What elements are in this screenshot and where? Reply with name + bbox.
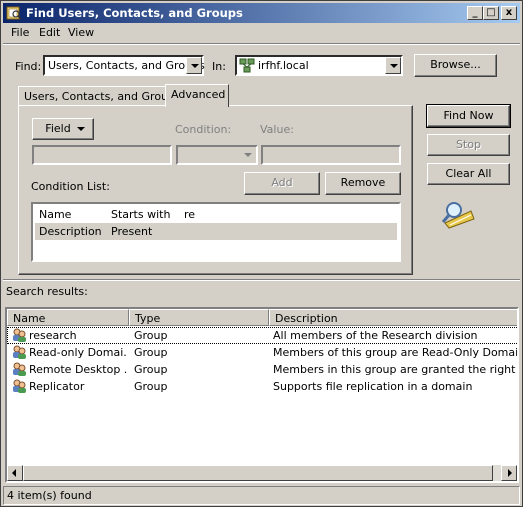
column-header-type-label: Type [135, 312, 161, 325]
find-label: Find: [15, 60, 42, 73]
scroll-right-button[interactable] [501, 465, 517, 481]
result-description: Supports file replication in a domain [273, 380, 473, 393]
maximize-button[interactable]: □ [483, 6, 499, 20]
field-display [32, 145, 172, 165]
browse-label: Browse... [430, 58, 481, 71]
horizontal-scrollbar[interactable] [7, 465, 517, 481]
field-button[interactable]: Field [32, 118, 94, 140]
column-header-type[interactable]: Type [129, 309, 269, 326]
condition-label: Condition: [175, 123, 232, 136]
group-icon [13, 328, 26, 342]
menu-view[interactable]: View [68, 26, 94, 39]
find-type-combo[interactable]: Users, Contacts, and Groups [43, 55, 205, 76]
result-description: All members of the Research division [273, 329, 478, 342]
result-type: Group [134, 380, 168, 393]
search-magnifier-icon [441, 202, 475, 229]
find-now-button[interactable]: Find Now [426, 104, 511, 128]
tab-advanced[interactable]: Advanced [165, 84, 229, 107]
clear-all-button[interactable]: Clear All [427, 163, 510, 185]
group-icon [13, 362, 26, 376]
result-type: Group [134, 329, 168, 342]
result-row[interactable]: Remote Desktop ... Group Members in this… [7, 361, 517, 378]
in-location-dropdown-button[interactable] [385, 57, 401, 74]
result-name: Remote Desktop ... [29, 363, 127, 376]
status-text: 4 item(s) found [7, 489, 92, 502]
result-description: Members of this group are Read-Only Doma… [273, 346, 517, 359]
condition-row[interactable]: Description Present [35, 223, 397, 240]
status-bar: 4 item(s) found [3, 486, 520, 505]
value-label: Value: [260, 123, 294, 136]
result-description: Members in this group are granted the ri… [273, 363, 517, 376]
condition-field: Name [39, 208, 72, 221]
condition-list-label: Condition List: [31, 180, 110, 193]
field-dropdown-icon [77, 127, 85, 131]
stop-button[interactable]: Stop [427, 134, 510, 156]
chevron-right-icon [508, 469, 512, 477]
find-type-value: Users, Contacts, and Groups [48, 59, 205, 72]
find-dialog-window: Find Users, Contacts, and Groups _ □ x F… [0, 0, 523, 507]
tab-users-contacts-groups-label: Users, Contacts, and Groups [24, 90, 181, 103]
chevron-down-icon [244, 153, 252, 157]
condition-select [176, 145, 258, 165]
menu-edit[interactable]: Edit [39, 26, 60, 39]
stop-label: Stop [455, 138, 481, 151]
result-type: Group [134, 346, 168, 359]
column-header-description-label: Description [275, 312, 338, 325]
chevron-left-icon [12, 469, 16, 477]
add-label: Add [271, 176, 293, 189]
column-header-name[interactable]: Name [7, 309, 129, 326]
result-row[interactable]: Replicator Group Supports file replicati… [7, 378, 517, 395]
minimize-icon: _ [472, 7, 478, 18]
result-name: Read-only Domai... [29, 346, 127, 359]
result-name: research [29, 329, 77, 342]
scroll-thumb[interactable] [23, 465, 493, 481]
title-bar[interactable]: Find Users, Contacts, and Groups _ □ x [3, 3, 520, 23]
tab-advanced-label: Advanced [171, 88, 226, 101]
find-now-label: Find Now [443, 109, 494, 122]
results-separator [3, 279, 520, 281]
close-button[interactable]: x [501, 6, 517, 20]
column-header-description[interactable]: Description [269, 309, 517, 326]
condition-list[interactable]: Name Starts with re Description Present [31, 202, 401, 262]
search-results-label: Search results: [6, 285, 88, 298]
clear-all-label: Clear All [445, 167, 492, 180]
minimize-button[interactable]: _ [467, 6, 483, 20]
scroll-left-button[interactable] [7, 465, 23, 481]
condition-value: re [184, 208, 196, 221]
condition-dropdown-button [241, 147, 256, 163]
condition-operator: Present [111, 225, 153, 238]
result-row[interactable]: research Group All members of the Resear… [7, 327, 517, 344]
menu-separator [3, 43, 520, 45]
in-label: In: [212, 60, 226, 73]
maximize-icon: □ [486, 7, 496, 18]
result-row[interactable]: Read-only Domai... Group Members of this… [7, 344, 517, 361]
remove-label: Remove [340, 176, 386, 189]
remove-button[interactable]: Remove [325, 172, 401, 195]
advanced-tab-panel: Field Condition: Value: Condition List: … [18, 105, 413, 275]
group-icon [13, 379, 26, 393]
condition-field: Description [39, 225, 102, 238]
find-type-dropdown-button[interactable] [186, 57, 202, 74]
group-icon [13, 345, 26, 359]
domain-icon [239, 58, 255, 73]
search-results-list[interactable]: Name Type Description research Group All… [5, 307, 519, 483]
tab-users-contacts-groups[interactable]: Users, Contacts, and Groups [18, 86, 181, 106]
condition-operator: Starts with [111, 208, 171, 221]
menu-file[interactable]: File [11, 26, 29, 39]
result-type: Group [134, 363, 168, 376]
menu-bar: File Edit View [3, 24, 520, 43]
browse-button[interactable]: Browse... [414, 54, 497, 77]
chevron-down-icon [191, 64, 199, 68]
close-icon: x [505, 7, 513, 18]
find-users-icon [6, 6, 22, 20]
add-button[interactable]: Add [244, 172, 320, 195]
column-header-name-label: Name [13, 312, 46, 325]
chevron-down-icon [390, 64, 398, 68]
condition-row[interactable]: Name Starts with re [35, 206, 397, 223]
result-name: Replicator [29, 380, 85, 393]
in-location-value: irfhf.local [258, 59, 309, 72]
in-location-combo[interactable]: irfhf.local [235, 55, 403, 76]
window-title: Find Users, Contacts, and Groups [26, 6, 243, 20]
value-input [261, 145, 401, 165]
